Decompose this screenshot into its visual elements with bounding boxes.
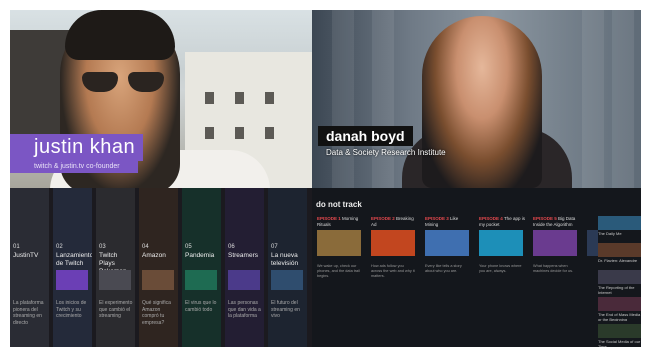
list-item[interactable]: The End of Mass Media or the Beginning	[598, 297, 641, 321]
lower-third-right: danah boyd Data & Society Research Insti…	[318, 126, 454, 159]
speaker-role: Data & Society Research Institute	[326, 148, 446, 157]
window	[205, 92, 214, 104]
series-title: do not track	[316, 200, 362, 209]
video-danah-boyd[interactable]: danah boyd Data & Society Research Insti…	[312, 10, 641, 188]
episode-number: 05	[185, 244, 192, 250]
episode-strip-left: 01 JustinTV La plataforma pionera del st…	[10, 188, 312, 347]
lower-third-left: justin khan twitch & justin.tv co-founde…	[10, 134, 144, 173]
sunglasses-icon	[82, 72, 166, 92]
episode-card[interactable]: 05 Pandemia El virus que lo cambió todo	[182, 188, 221, 347]
side-list: The Daily Me Dr. Flavien: Alexandre The …	[598, 216, 641, 347]
episode-thumbnail	[142, 270, 174, 290]
list-item[interactable]: The Social Media of our Time	[598, 324, 641, 347]
window-panel	[372, 10, 394, 188]
window	[265, 92, 274, 104]
episode-desc: El experimento que cambió el streaming	[99, 300, 133, 319]
episode-title: Streamers	[228, 252, 258, 259]
video-collage: justin khan twitch & justin.tv co-founde…	[10, 10, 641, 347]
window	[265, 127, 274, 139]
speaker-role: twitch & justin.tv co-founder	[10, 161, 138, 173]
episode-number: 01	[13, 244, 20, 250]
episode-desc: El futuro del streaming en vivo	[271, 300, 300, 319]
episode-desc: Las personas que dan vida a la plataform…	[228, 300, 261, 319]
episode-card[interactable]: EPISODE 2 Breaking Ad How ads follow you…	[368, 216, 418, 347]
list-item[interactable]: The Daily Me	[598, 216, 641, 240]
episode-number: 07	[271, 244, 278, 250]
episode-thumbnail	[228, 270, 260, 290]
episode-label: EPISODE 5 Big Data Inside the Algorithm	[533, 216, 576, 227]
thumbs-up-icon	[425, 230, 469, 256]
episode-card[interactable]: 03 Twitch Plays Pokemon El experimento q…	[96, 188, 135, 347]
episode-desc: What happens when machines decide for us…	[533, 264, 574, 273]
episode-thumbnail	[533, 230, 577, 256]
episode-card[interactable]: 07 La nueva televisión El futuro del str…	[268, 188, 307, 347]
page-frame: justin khan twitch & justin.tv co-founde…	[0, 0, 651, 356]
window	[235, 92, 244, 104]
episode-desc: How ads follow you across the web and wh…	[371, 264, 415, 278]
episode-thumbnail	[99, 270, 131, 290]
episode-title: JustinTV	[13, 252, 39, 259]
episode-card[interactable]: 04 Amazon Qué significa Amazon compró tu…	[139, 188, 178, 347]
episode-title: La nueva televisión	[271, 252, 299, 267]
episode-title: Lanzamiento de Twitch	[56, 252, 92, 267]
episode-thumbnail	[56, 270, 88, 290]
episode-number: 04	[142, 244, 149, 250]
episode-card[interactable]	[584, 216, 598, 347]
episode-desc: Your phone knows where you are, always.	[479, 264, 522, 273]
episode-label: EPISODE 2 Breaking Ad	[371, 216, 414, 227]
window	[235, 127, 244, 139]
episode-card[interactable]: EPISODE 3 Like Mining Every like tells a…	[422, 216, 472, 347]
episode-thumbnail	[371, 230, 415, 256]
window	[205, 127, 214, 139]
episode-desc: We wake up, check our phones, and the da…	[317, 264, 360, 278]
list-item[interactable]: The Reporting of the Internet	[598, 270, 641, 294]
window-panel	[612, 10, 634, 188]
episode-number: 06	[228, 244, 235, 250]
speaker-hair	[65, 10, 175, 60]
episode-title: Pandemia	[185, 252, 215, 259]
episode-card[interactable]: EPISODE 5 Big Data Inside the Algorithm …	[530, 216, 580, 347]
episode-thumbnail	[587, 230, 598, 256]
episode-desc: Every like tells a story about who you a…	[425, 264, 462, 273]
episode-card[interactable]: 06 Streamers Las personas que dan vida a…	[225, 188, 264, 347]
episode-thumbnail	[271, 270, 303, 290]
speaker-name: danah boyd	[318, 126, 413, 146]
speaker-name: justin khan	[10, 134, 144, 161]
speaker-head	[422, 16, 542, 188]
episode-desc: Qué significa Amazon compró tu empresa?	[142, 300, 171, 326]
episode-thumbnail	[185, 270, 217, 290]
episode-thumbnail	[317, 230, 361, 256]
episode-card[interactable]: EPISODE 1 Morning Rituals We wake up, ch…	[314, 216, 364, 347]
window-panel	[332, 10, 354, 188]
episode-card[interactable]: EPISODE 4 The app is my pocket Your phon…	[476, 216, 526, 347]
episode-number: 03	[99, 244, 106, 250]
episode-card[interactable]: 01 JustinTV La plataforma pionera del st…	[10, 188, 49, 347]
episode-card[interactable]: 02 Lanzamiento de Twitch Los inicios de …	[53, 188, 92, 347]
episode-title: Amazon	[142, 252, 166, 259]
episode-label: EPISODE 3 Like Mining	[425, 216, 459, 227]
do-not-track-strip: do not track EPISODE 1 Morning Rituals W…	[312, 188, 641, 347]
video-justin-khan[interactable]: justin khan twitch & justin.tv co-founde…	[10, 10, 312, 188]
episode-thumbnail	[479, 230, 523, 256]
window-panel	[582, 10, 604, 188]
episode-label: EPISODE 4 The app is my pocket	[479, 216, 525, 227]
list-item[interactable]: Dr. Flavien: Alexandre	[598, 243, 641, 267]
episode-desc: Los inicios de Twitch y su crecimiento	[56, 300, 87, 319]
episode-number: 02	[56, 244, 63, 250]
episode-desc: El virus que lo cambió todo	[185, 300, 217, 313]
episode-intro: La plataforma pionera del streaming en d…	[13, 300, 44, 326]
episode-label: EPISODE 1 Morning Rituals	[317, 216, 359, 227]
